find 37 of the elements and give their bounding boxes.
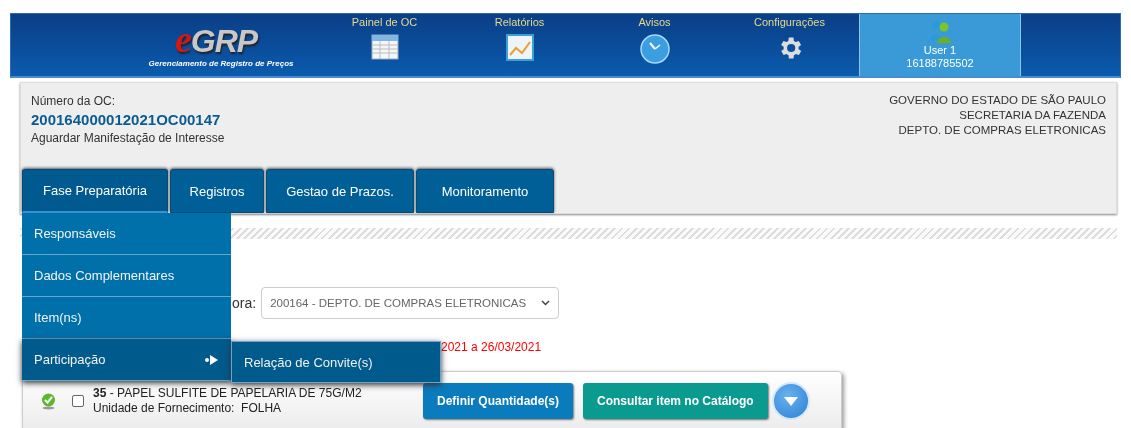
tab[interactable]: Gestao de Prazos. (266, 169, 414, 213)
period-note: 2021 a 26/03/2021 (440, 339, 543, 355)
submenu-item[interactable]: Relação de Convite(s) (231, 341, 441, 383)
action-button[interactable]: Definir Quantidade(s) (423, 383, 573, 419)
nav-item[interactable]: Relatórios (452, 14, 587, 76)
menu-item[interactable]: Responsáveis (22, 213, 231, 255)
oc-number: 200164000012021OC00147 (31, 110, 222, 130)
menu-item[interactable]: Item(ns) (22, 297, 231, 339)
nav-item[interactable]: Configurações (722, 14, 857, 76)
unit-select[interactable]: 200164 - DEPTO. DE COMPRAS ELETRONICAS (261, 287, 560, 319)
logo: eGRP (174, 22, 258, 57)
submenu-arrow-icon (205, 354, 219, 365)
tab[interactable]: Fase Preparatória (22, 169, 168, 213)
logo-tagline: Gerenciamento de Registro de Preços (148, 58, 294, 68)
checkbox[interactable] (72, 395, 84, 407)
users-icon (927, 20, 953, 44)
nav-item[interactable]: Avisos (587, 14, 722, 76)
nav-item[interactable]: Painel de OC (317, 14, 452, 76)
table-icon (370, 34, 399, 60)
agency-line: SECRETARIA DA FAZENDA (958, 108, 1106, 123)
tab[interactable]: Registros (170, 169, 264, 213)
item-unit: Unidade de Fornecimento: FOLHA (93, 401, 283, 416)
dropdown-button[interactable] (771, 382, 810, 420)
oc-status: Aguardar Manifestação de Interesse (31, 130, 225, 146)
agency-line: GOVERNO DO ESTADO DE SÃO PAULO (889, 93, 1106, 108)
agency-line: DEPTO. DE COMPRAS ELETRONICAS (897, 123, 1106, 138)
item-title: 35 - PAPEL SULFITE DE PAPELARIA DE 75G/M2 (93, 386, 363, 401)
line-chart-icon (505, 34, 534, 61)
action-button[interactable]: Consultar item no Catálogo (583, 383, 768, 419)
menu-item[interactable]: Participação (22, 339, 231, 381)
field-label: ora: (232, 295, 257, 311)
oc-label: Número da OC: (31, 93, 117, 109)
menu-item[interactable]: Dados Complementares (22, 255, 231, 297)
chevron-down-icon (541, 300, 551, 306)
clock-icon (639, 34, 670, 64)
caret-down-icon (783, 396, 798, 406)
tab[interactable]: Monitoramento (416, 169, 554, 213)
